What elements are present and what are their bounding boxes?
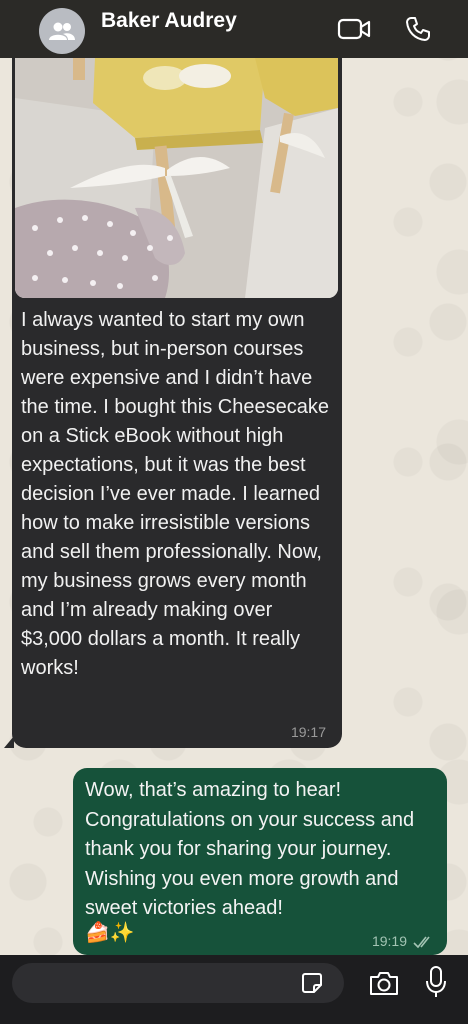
double-check-icon [413, 936, 430, 949]
incoming-message-bubble[interactable]: I always wanted to start my own business… [4, 58, 342, 748]
contact-avatar[interactable] [39, 8, 85, 54]
video-call-icon[interactable] [336, 14, 372, 44]
message-timestamp: 19:17 [290, 724, 326, 740]
microphone-icon[interactable] [424, 965, 448, 999]
phone-call-icon[interactable] [400, 14, 436, 44]
chat-header: Baker Audrey [0, 0, 468, 58]
bubble-tail [4, 736, 14, 748]
message-input[interactable] [12, 963, 344, 1003]
camera-icon[interactable] [368, 969, 400, 997]
message-composer [0, 955, 468, 1024]
message-emoji: 🍰✨ [85, 922, 135, 944]
incoming-message-text: I always wanted to start my own business… [21, 309, 329, 679]
cheesecake-on-stick-photo[interactable] [15, 58, 338, 298]
photo-illustration [15, 58, 338, 298]
outgoing-message-text: Wow, that’s amazing to hear! Congratulat… [85, 779, 415, 919]
sticker-icon[interactable] [300, 971, 324, 995]
contact-name[interactable]: Baker Audrey [101, 9, 237, 33]
group-avatar-icon [49, 22, 75, 40]
outgoing-message-bubble[interactable]: Wow, that’s amazing to hear! Congratulat… [73, 768, 447, 955]
message-timestamp: 19:19 [371, 933, 407, 949]
